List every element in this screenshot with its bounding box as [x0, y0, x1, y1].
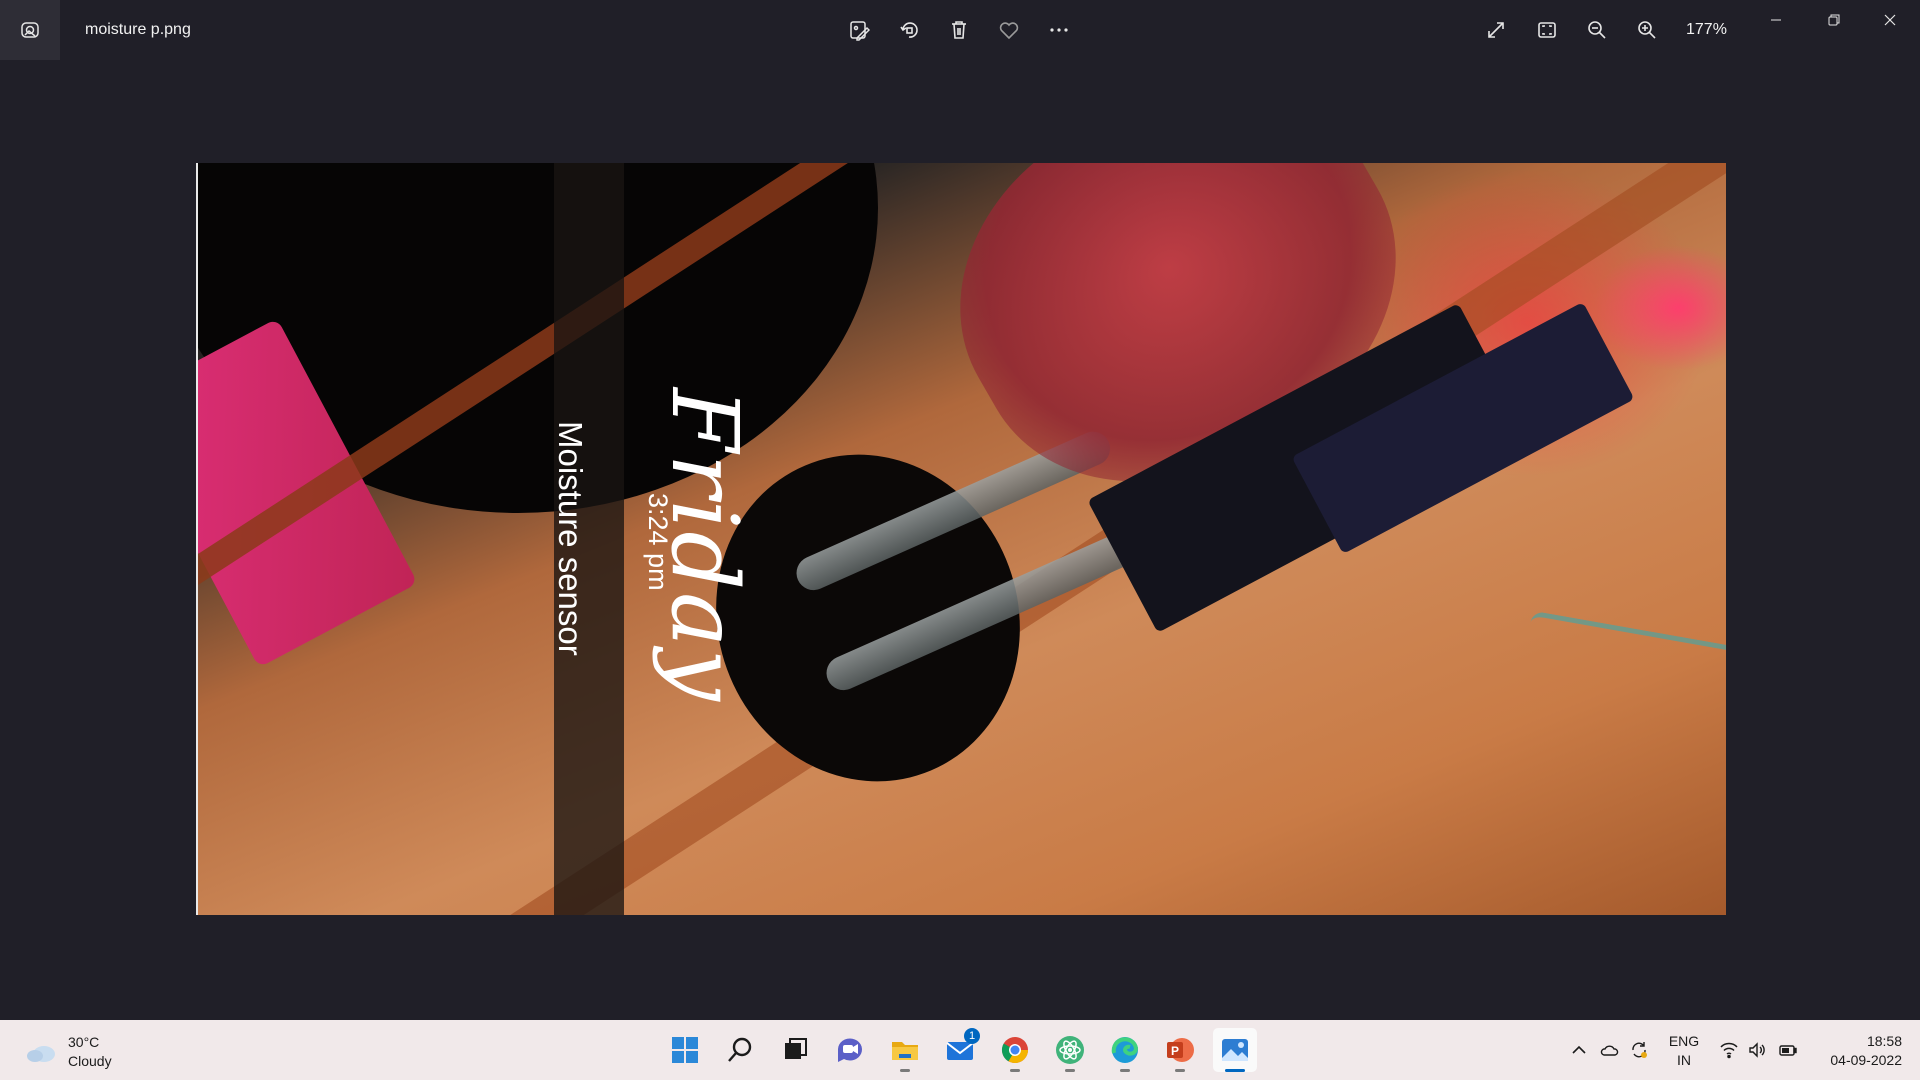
language-code: ENG [1668, 1033, 1700, 1049]
zoom-in-icon[interactable] [1627, 10, 1667, 50]
fit-to-window-icon[interactable] [1527, 10, 1567, 50]
running-indicator [1120, 1069, 1130, 1072]
edge-icon[interactable] [1103, 1028, 1147, 1072]
active-indicator [1225, 1069, 1245, 1072]
weather-widget[interactable]: 30°C Cloudy [24, 1032, 112, 1072]
region-code: IN [1677, 1052, 1691, 1068]
clock[interactable]: 18:58 04-09-2022 [1812, 1032, 1902, 1070]
start-button[interactable] [663, 1028, 707, 1072]
close-icon[interactable] [1862, 0, 1918, 40]
taskbar: 30°C Cloudy 1 P ENG IN 18:58 04-09-2022 [0, 1020, 1920, 1080]
mail-badge: 1 [964, 1028, 980, 1044]
photo-time-sticker: 3:24 pm [643, 493, 673, 591]
rotate-icon[interactable] [889, 10, 929, 50]
fullscreen-icon[interactable] [1476, 10, 1516, 50]
task-view-icon[interactable] [773, 1028, 817, 1072]
sync-icon[interactable] [1627, 1038, 1651, 1062]
zoom-out-icon[interactable] [1577, 10, 1617, 50]
photos-app-icon [0, 0, 60, 60]
weather-condition: Cloudy [68, 1053, 112, 1069]
running-indicator [1010, 1069, 1020, 1072]
svg-text:P: P [1171, 1044, 1179, 1058]
minimize-icon[interactable] [1748, 0, 1804, 40]
edit-image-icon[interactable] [839, 10, 879, 50]
wifi-icon[interactable] [1717, 1038, 1741, 1062]
volume-icon[interactable] [1745, 1038, 1769, 1062]
photo-image: Moisture sensor Friday 3:24 pm [196, 163, 1726, 915]
language-indicator[interactable]: ENG IN [1668, 1032, 1700, 1070]
file-explorer-icon[interactable] [883, 1028, 927, 1072]
file-name-title: moisture p.png [85, 21, 191, 38]
atom-icon[interactable] [1048, 1028, 1092, 1072]
windows-icon [672, 1037, 698, 1063]
clock-date: 04-09-2022 [1830, 1052, 1902, 1068]
teams-chat-icon[interactable] [828, 1028, 872, 1072]
trash-icon[interactable] [939, 10, 979, 50]
title-bar: moisture p.png 177% [0, 0, 1920, 60]
powerpoint-icon[interactable]: P [1158, 1028, 1202, 1072]
chrome-icon[interactable] [993, 1028, 1037, 1072]
more-icon[interactable] [1039, 10, 1079, 50]
photo-caption: Moisture sensor [552, 421, 589, 656]
wire [1527, 610, 1726, 685]
zoom-level[interactable]: 177% [1686, 0, 1727, 60]
mail-icon[interactable]: 1 [938, 1028, 982, 1072]
running-indicator [1065, 1069, 1075, 1072]
weather-temperature: 30°C [68, 1034, 100, 1050]
onedrive-icon[interactable] [1597, 1038, 1621, 1062]
photos-icon[interactable] [1213, 1028, 1257, 1072]
battery-icon[interactable] [1776, 1038, 1800, 1062]
running-indicator [900, 1069, 910, 1072]
heart-icon[interactable] [989, 10, 1029, 50]
clock-time: 18:58 [1866, 1033, 1902, 1049]
running-indicator [1175, 1069, 1185, 1072]
cloud-icon [27, 1046, 55, 1062]
chevron-up-icon[interactable] [1567, 1038, 1591, 1062]
restore-icon[interactable] [1806, 0, 1862, 40]
search-icon[interactable] [718, 1028, 762, 1072]
